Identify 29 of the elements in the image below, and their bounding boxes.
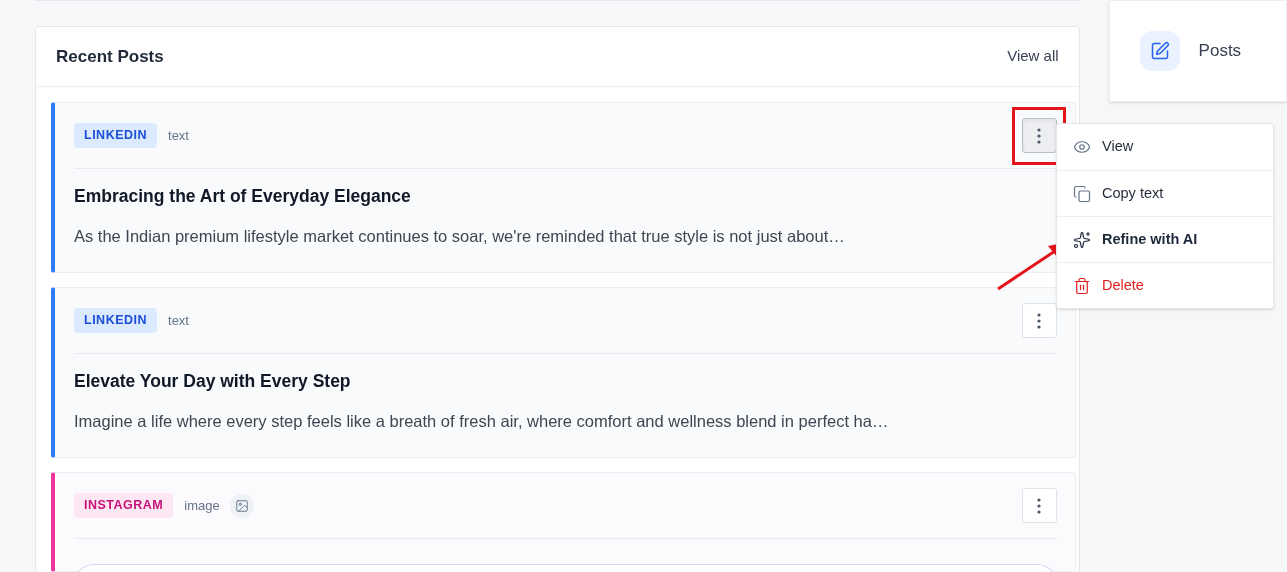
post-title: Embracing the Art of Everyday Elegance	[74, 185, 412, 208]
more-icon	[1037, 312, 1041, 329]
more-icon	[1037, 497, 1041, 514]
menu-item[interactable]: Delete	[1057, 262, 1273, 308]
more-options-button[interactable]	[1021, 488, 1057, 523]
eye-icon	[1073, 138, 1091, 156]
section-title: Recent Posts	[56, 45, 164, 68]
post-type: image	[184, 496, 220, 515]
post-type: text	[168, 311, 189, 330]
menu-item[interactable]: Copy text	[1057, 170, 1273, 216]
view-all-link[interactable]: View all	[1007, 45, 1059, 68]
post-excerpt: Imagine a life where every step feels like a breath of fresh air, where comfort and wellness blend in perfect ha…	[74, 411, 890, 433]
trash-icon	[1073, 276, 1091, 295]
sidebar-item[interactable]: Posts	[1139, 31, 1286, 71]
platform-badge: LINKEDIN	[74, 308, 158, 333]
post-excerpt: As the Indian premium lifestyle market continues to soar, we're reminded that true style is not just about…	[74, 226, 846, 248]
menu-item[interactable]: View	[1057, 124, 1273, 170]
more-options-button[interactable]	[1021, 118, 1057, 153]
post-type: text	[168, 126, 189, 145]
post-title: Elevate Your Day with Every Step	[74, 370, 352, 393]
image-icon	[229, 493, 254, 518]
more-options-button[interactable]	[1021, 303, 1057, 338]
menu-item[interactable]: Refine with AI	[1057, 216, 1273, 262]
copy-icon	[1073, 184, 1091, 203]
sparkles-icon	[1073, 230, 1091, 249]
platform-badge: INSTAGRAM	[74, 493, 174, 518]
edit-icon	[1139, 31, 1180, 71]
platform-badge: LINKEDIN	[74, 123, 158, 148]
more-icon	[1037, 127, 1041, 144]
